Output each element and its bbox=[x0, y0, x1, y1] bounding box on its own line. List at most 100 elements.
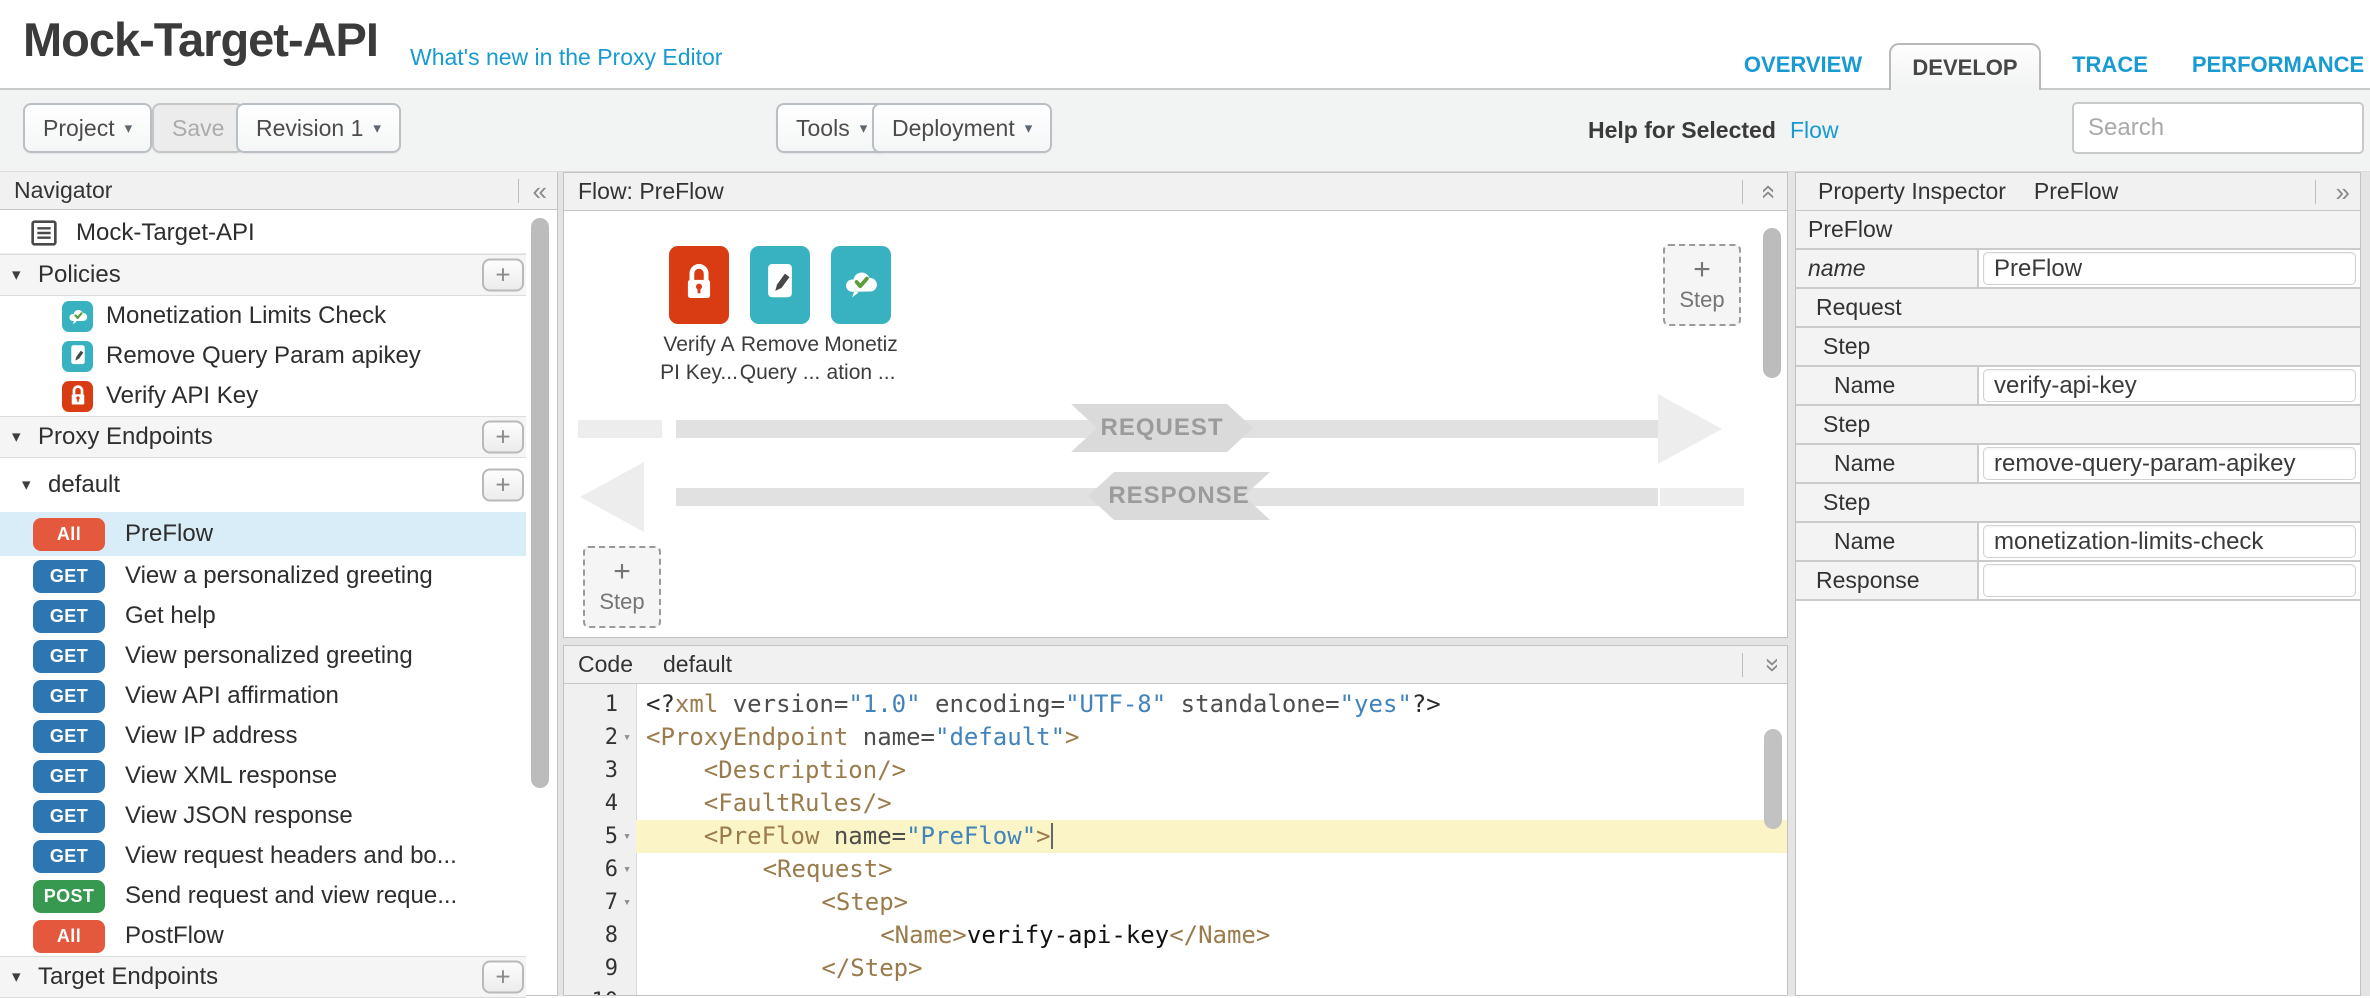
nav-endpoint-postflow[interactable]: AllPostFlow bbox=[0, 916, 526, 956]
tab-trace[interactable]: TRACE bbox=[2068, 52, 2152, 78]
caret-down-icon: ▾ bbox=[373, 119, 381, 137]
deployment-menu-button[interactable]: Deployment ▾ bbox=[872, 103, 1052, 153]
fold-toggle-icon[interactable]: ▾ bbox=[618, 721, 636, 754]
method-badge: GET bbox=[33, 600, 105, 633]
nav-endpoint-view-a-personalized-greeting[interactable]: GETView a personalized greeting bbox=[0, 556, 526, 596]
property-value-cell: verify-api-key bbox=[1979, 367, 2360, 404]
code-line-8[interactable]: 8<Name>verify-api-key</Name> bbox=[564, 919, 1787, 952]
lock-policy-tile[interactable] bbox=[669, 246, 729, 324]
code-line-7[interactable]: 7▾<Step> bbox=[564, 886, 1787, 919]
app-header: Mock-Target-API What's new in the Proxy … bbox=[0, 0, 2370, 90]
expand-panel-icon[interactable]: » bbox=[2336, 173, 2350, 211]
property-inspector-subject: PreFlow bbox=[2034, 178, 2118, 205]
nav-row-label: Remove Query Param apikey bbox=[106, 342, 421, 370]
nav-row-label: View request headers and bo... bbox=[125, 842, 457, 870]
nav-section-policies[interactable]: ▾Policies+ bbox=[0, 254, 526, 296]
property-value-input[interactable]: monetization-limits-check bbox=[1983, 525, 2356, 558]
line-number: 2 bbox=[605, 721, 618, 754]
fold-toggle-icon[interactable]: ▾ bbox=[618, 853, 636, 886]
cloud-check-policy-tile[interactable] bbox=[831, 246, 891, 324]
nav-endpoint-send-request-and-view-reque[interactable]: POSTSend request and view reque... bbox=[0, 876, 526, 916]
fold-toggle-icon[interactable]: ▾ bbox=[618, 820, 636, 853]
code-line-5[interactable]: 5▾<PreFlow name="PreFlow"> bbox=[564, 820, 1787, 853]
code-token: > bbox=[1036, 822, 1050, 850]
cloud-check-icon bbox=[62, 301, 93, 332]
code-vertical-scrollbar[interactable] bbox=[1764, 729, 1782, 829]
add-default-button[interactable]: + bbox=[482, 469, 524, 502]
nav-item-mock-target-api[interactable]: Mock-Target-API bbox=[0, 212, 526, 254]
pencil-icon bbox=[761, 260, 799, 311]
whats-new-link[interactable]: What's new in the Proxy Editor bbox=[410, 44, 722, 71]
code-line-1[interactable]: 1<?xml version="1.0" encoding="UTF-8" st… bbox=[564, 688, 1787, 721]
code-line-6[interactable]: 6▾<Request> bbox=[564, 853, 1787, 886]
add-proxy-endpoints-button[interactable]: + bbox=[482, 421, 524, 454]
add-target-endpoints-button[interactable]: + bbox=[482, 961, 524, 994]
help-flow-link[interactable]: Flow bbox=[1790, 117, 1839, 144]
collapse-flow-icon[interactable]: « bbox=[1751, 185, 1789, 199]
code-line-3[interactable]: 3<Description/> bbox=[564, 754, 1787, 787]
nav-row-label: Policies bbox=[38, 261, 121, 289]
nav-row-label: View JSON response bbox=[125, 802, 353, 830]
nav-endpoint-view-api-affirmation[interactable]: GETView API affirmation bbox=[0, 676, 526, 716]
collapse-code-icon[interactable]: « bbox=[1751, 658, 1788, 672]
nav-section-proxy-endpoints[interactable]: ▾Proxy Endpoints+ bbox=[0, 416, 526, 458]
code-line-9[interactable]: 9</Step> bbox=[564, 952, 1787, 985]
property-value-input[interactable]: verify-api-key bbox=[1983, 369, 2356, 402]
collapse-panel-icon[interactable]: « bbox=[533, 172, 547, 210]
nav-endpoint-view-xml-response[interactable]: GETView XML response bbox=[0, 756, 526, 796]
tab-overview[interactable]: OVERVIEW bbox=[1738, 52, 1868, 78]
tab-develop-label: DEVELOP bbox=[1912, 55, 2017, 81]
property-row-response: Response bbox=[1796, 562, 2360, 601]
tools-menu-button[interactable]: Tools ▾ bbox=[776, 103, 887, 153]
proxy-doc-icon bbox=[28, 217, 60, 249]
project-menu-button[interactable]: Project ▾ bbox=[23, 103, 152, 153]
nav-endpoint-get-help[interactable]: GETGet help bbox=[0, 596, 526, 636]
code-line-4[interactable]: 4<FaultRules/> bbox=[564, 787, 1787, 820]
navigator-scrollbar[interactable] bbox=[531, 218, 549, 788]
text-cursor bbox=[1051, 823, 1053, 849]
property-label: Request bbox=[1796, 289, 2360, 326]
nav-section-target-endpoints[interactable]: ▾Target Endpoints+ bbox=[0, 956, 526, 998]
header-divider bbox=[2315, 180, 2316, 204]
page-title: Mock-Target-API bbox=[23, 12, 378, 67]
tab-performance[interactable]: PERFORMANCE bbox=[2190, 52, 2366, 78]
code-line-content: <Description/> bbox=[636, 754, 1787, 787]
tab-develop[interactable]: DEVELOP bbox=[1889, 43, 2041, 90]
nav-endpoint-view-json-response[interactable]: GET View JSON response bbox=[0, 796, 526, 836]
nav-policy-monetization-limits-check[interactable]: Monetization Limits Check bbox=[0, 296, 526, 336]
nav-policy-verify-api-key[interactable]: Verify API Key bbox=[0, 376, 526, 416]
method-badge: GET bbox=[33, 800, 105, 833]
nav-endpoint-preflow[interactable]: AllPreFlow bbox=[0, 512, 526, 556]
fold-toggle-icon[interactable]: ▾ bbox=[618, 886, 636, 919]
help-for-selected-label: Help for Selected bbox=[1588, 117, 1776, 144]
property-value-input[interactable] bbox=[1983, 564, 2356, 597]
nav-endpoint-view-ip-address[interactable]: GETView IP address bbox=[0, 716, 526, 756]
property-value-input[interactable]: remove-query-param-apikey bbox=[1983, 447, 2356, 480]
nav-endpoint-view-personalized-greeting[interactable]: GETView personalized greeting bbox=[0, 636, 526, 676]
flow-scrollbar[interactable] bbox=[1763, 228, 1781, 378]
revision-menu-button[interactable]: Revision 1 ▾ bbox=[236, 103, 401, 153]
code-line-content: <Name>verify-api-key</Name> bbox=[636, 919, 1787, 952]
project-menu-label: Project bbox=[43, 115, 115, 142]
nav-endpoint-view-request-headers-and-bo[interactable]: GETView request headers and bo... bbox=[0, 836, 526, 876]
add-step-button-top[interactable]: + Step bbox=[1663, 244, 1741, 326]
property-value-input[interactable]: PreFlow bbox=[1983, 252, 2356, 285]
nav-subsection-default[interactable]: ▾default+ bbox=[0, 458, 526, 512]
code-token: "PreFlow" bbox=[906, 822, 1036, 850]
nav-policy-remove-query-param-apikey[interactable]: Remove Query Param apikey bbox=[0, 336, 526, 376]
property-label: Response bbox=[1796, 562, 1979, 599]
code-token: </Name> bbox=[1169, 921, 1270, 949]
pencil-policy-tile[interactable] bbox=[750, 246, 810, 324]
method-badge: GET bbox=[33, 560, 105, 593]
toolbar: Project ▾ Save Revision 1 ▾ Tools ▾ Depl… bbox=[0, 90, 2370, 172]
code-editor[interactable]: 1<?xml version="1.0" encoding="UTF-8" st… bbox=[564, 684, 1787, 995]
search-input[interactable] bbox=[2074, 104, 2362, 152]
revision-menu-label: Revision 1 bbox=[256, 115, 363, 142]
save-button[interactable]: Save bbox=[152, 103, 244, 153]
code-line-10[interactable]: 10▾ bbox=[564, 985, 1787, 995]
add-policies-button[interactable]: + bbox=[482, 259, 524, 292]
property-label: Name bbox=[1796, 445, 1979, 482]
code-line-2[interactable]: 2▾<ProxyEndpoint name="default"> bbox=[564, 721, 1787, 754]
fold-toggle-icon[interactable]: ▾ bbox=[618, 985, 636, 995]
add-step-button-bottom[interactable]: + Step bbox=[583, 546, 661, 628]
